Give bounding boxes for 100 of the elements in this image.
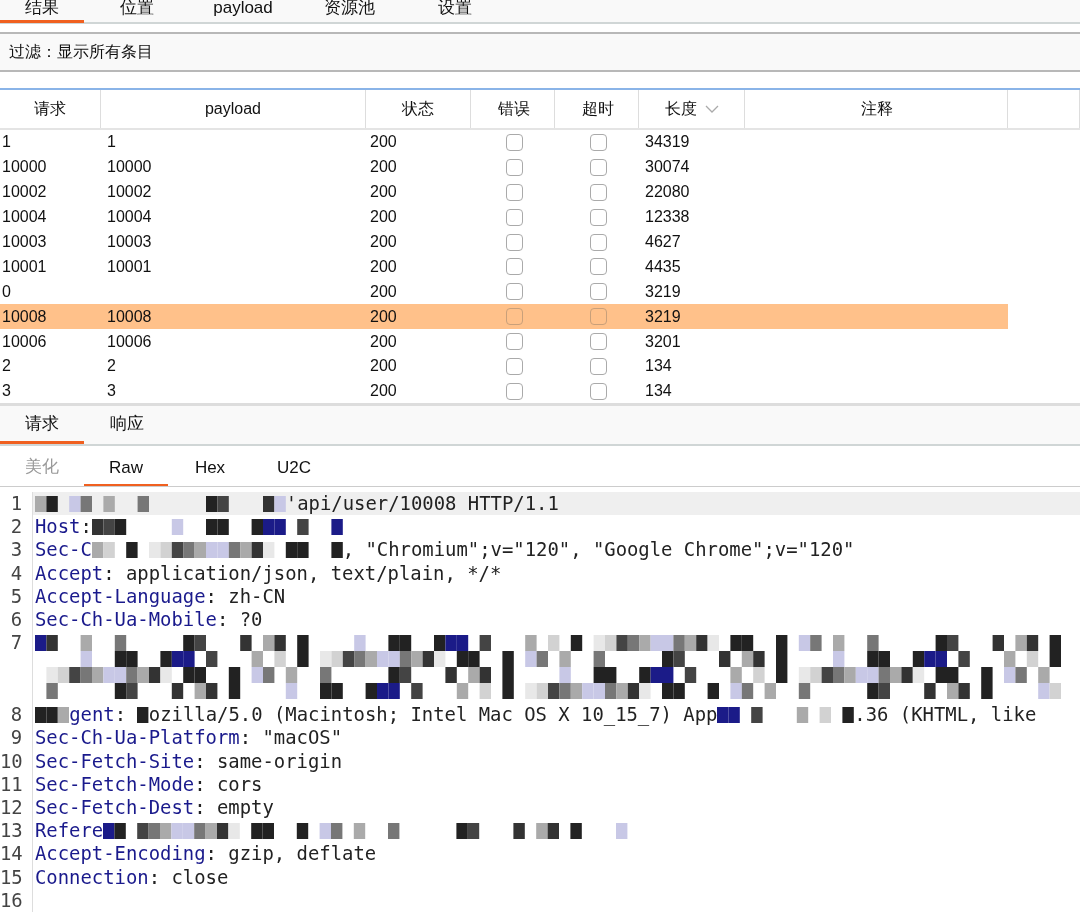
code-text: : application/json, text/plain, */*	[103, 561, 502, 585]
line-number: 4	[0, 561, 33, 585]
code-text: : ?0	[217, 608, 263, 632]
checkbox[interactable]	[505, 233, 523, 251]
table-row[interactable]: 3 3 200 134	[0, 378, 1080, 403]
table-cell: 3	[107, 382, 116, 401]
table-cell: 10004	[107, 208, 152, 227]
line-number: 16	[0, 888, 33, 913]
table-cell: 200	[370, 307, 397, 326]
table-row[interactable]: 10001 10001 200 4435	[0, 254, 1080, 280]
checkbox[interactable]	[505, 283, 523, 301]
checkbox[interactable]	[589, 158, 607, 176]
table-cell: 200	[370, 158, 397, 177]
checkbox[interactable]	[589, 133, 607, 151]
header-name: Accept-Language	[35, 584, 206, 608]
line-number: 8	[0, 703, 33, 727]
checkbox[interactable]	[505, 382, 523, 400]
line-number: 15	[0, 865, 33, 889]
table-cell: 3219	[645, 282, 681, 301]
column-header[interactable]: 注释	[745, 90, 1008, 128]
header-name: Sec-Fetch-Mode	[35, 772, 195, 797]
table-cell: 134	[645, 357, 672, 376]
checkbox[interactable]	[505, 208, 523, 226]
header-name: Accept	[35, 561, 104, 585]
line-number: 12	[0, 796, 33, 820]
tab[interactable]: Hex	[168, 458, 252, 486]
checkbox[interactable]	[589, 283, 607, 301]
line-number: 5	[0, 584, 33, 608]
line-number: 10	[0, 749, 33, 773]
code-text: : close	[148, 865, 229, 889]
table-cell: 3201	[645, 332, 681, 351]
code-text: : empty	[194, 796, 274, 820]
table-cell: 10004	[2, 208, 47, 227]
code-text: :	[114, 703, 128, 727]
line-number: 14	[0, 842, 33, 866]
column-header[interactable]: 长度	[639, 90, 745, 128]
checkbox[interactable]	[589, 233, 607, 251]
table-cell: 1	[107, 133, 116, 152]
column-header[interactable]: 错误	[471, 90, 555, 128]
checkbox[interactable]	[589, 382, 607, 400]
code-text: : same-origin	[194, 749, 343, 773]
table-cell: 10003	[2, 233, 47, 251]
header-name: Sec-Fetch-Dest	[35, 796, 195, 820]
table-cell: 2	[2, 357, 11, 376]
table-row[interactable]: 10004 10004 200 12338	[0, 204, 1080, 230]
checkbox[interactable]	[505, 258, 523, 276]
checkbox[interactable]	[589, 357, 607, 375]
table-cell: 10002	[2, 183, 47, 202]
tab[interactable]: 请求	[0, 412, 84, 444]
table-cell: 10000	[2, 158, 47, 177]
line-number: 2	[0, 515, 33, 539]
table-cell: 22080	[645, 183, 690, 202]
table-cell: 3	[2, 382, 11, 401]
table-cell: 34319	[645, 133, 690, 152]
code-text: : gzip, deflate	[205, 842, 377, 866]
table-cell: 10008	[107, 307, 152, 326]
tab[interactable]: Raw	[84, 458, 168, 486]
filter-label[interactable]: 过滤：显示所有条目	[9, 41, 153, 63]
code-text: .36 (KHTML, like	[854, 703, 1037, 727]
column-header[interactable]: 请求	[0, 90, 101, 128]
chevron-down-icon	[704, 105, 719, 113]
checkbox[interactable]	[505, 133, 523, 151]
table-row[interactable]: 10003 10003 200 4627	[0, 229, 1080, 255]
column-header[interactable]: payload	[101, 90, 366, 128]
checkbox[interactable]	[589, 258, 607, 276]
table-cell: 12338	[645, 208, 690, 227]
column-header[interactable]: 超时	[555, 90, 639, 128]
code-text: , "Chromium";v="120", "Google Chrome";v="120"	[342, 538, 855, 562]
header-name: Sec-Fetch-Site	[35, 749, 195, 773]
checkbox[interactable]	[589, 183, 607, 201]
table-row[interactable]: 10000 10000 200 30074	[0, 154, 1080, 180]
table-row[interactable]: 2 2 200 134	[0, 354, 1080, 379]
checkbox[interactable]	[505, 333, 523, 351]
table-row[interactable]: 10008 10008 200 3219	[0, 304, 1008, 330]
table-row[interactable]: 10002 10002 200 22080	[0, 179, 1080, 205]
checkbox[interactable]	[505, 357, 523, 375]
table-row[interactable]: 1 1 200 34319	[0, 130, 1080, 155]
tab[interactable]: payload	[190, 0, 296, 23]
header-name: Sec-Ch-Ua-Mobile	[35, 608, 217, 632]
column-header[interactable]: 状态	[366, 90, 471, 128]
line-number: 7	[0, 631, 33, 704]
checkbox[interactable]	[589, 333, 607, 351]
checkbox[interactable]	[589, 208, 607, 226]
table-cell: 4627	[645, 233, 681, 251]
table-row[interactable]: 0 200 3219	[0, 279, 1080, 305]
line-number: 13	[0, 819, 33, 843]
checkbox[interactable]	[505, 183, 523, 201]
code-text: 'api/user/10008 HTTP/1.1	[285, 492, 559, 516]
checkbox[interactable]	[505, 158, 523, 176]
line-number: 6	[0, 608, 33, 632]
tab[interactable]: 响应	[84, 412, 170, 444]
checkbox[interactable]	[505, 308, 523, 326]
table-row[interactable]: 10006 10006 200 3201	[0, 329, 1080, 354]
tab[interactable]: U2C	[252, 458, 336, 486]
table-cell: 200	[370, 357, 397, 376]
checkbox[interactable]	[589, 308, 607, 326]
redaction-drawing	[35, 706, 70, 723]
code-text: : zh-CN	[205, 584, 286, 608]
tab[interactable]: 位置	[84, 0, 190, 23]
table-cell: 3219	[645, 307, 681, 326]
